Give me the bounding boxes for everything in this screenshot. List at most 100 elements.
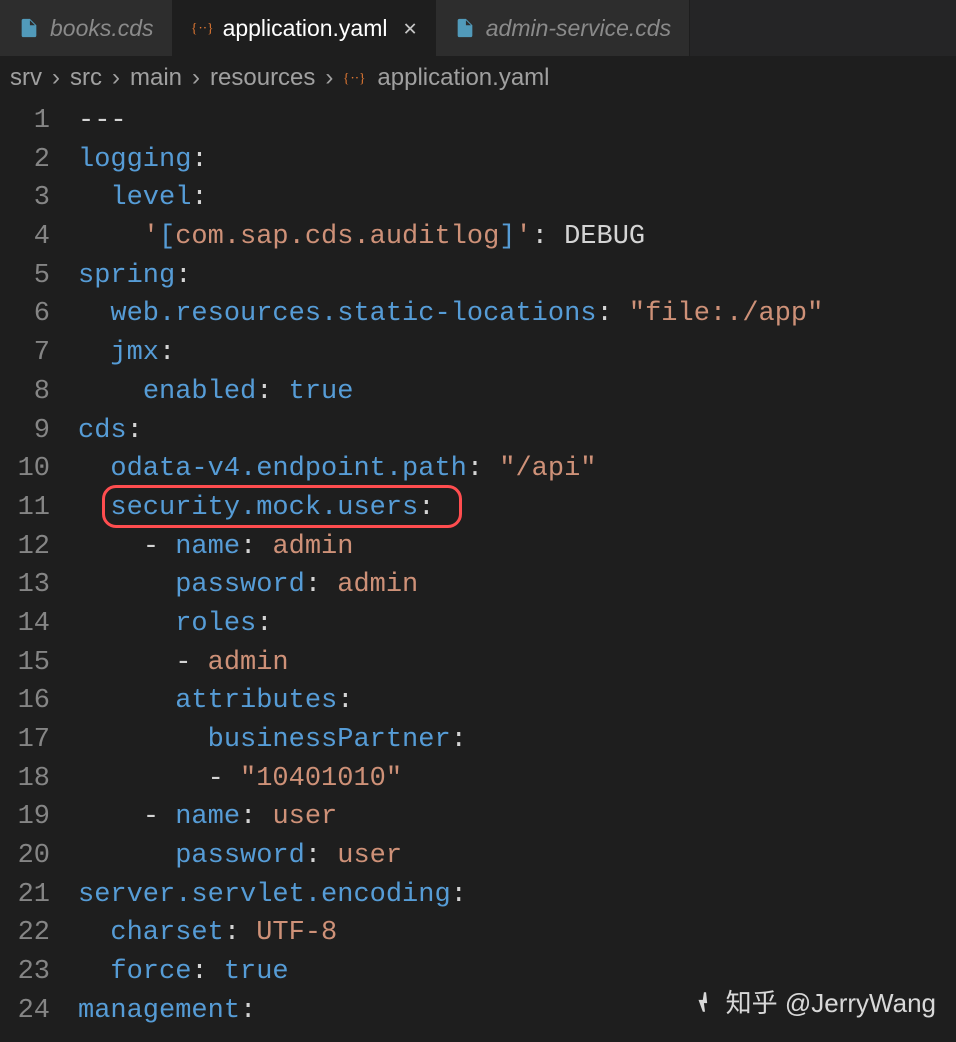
- chevron-right-icon: ›: [112, 64, 120, 92]
- breadcrumb[interactable]: srv›src›main›resources›{··}application.y…: [0, 56, 956, 102]
- code-line[interactable]: security.mock.users:: [78, 489, 956, 528]
- code-token: password: [175, 841, 305, 871]
- code-token: server.servlet.encoding: [78, 880, 451, 910]
- line-number: 13: [0, 566, 50, 605]
- code-token: :: [597, 299, 629, 329]
- code-token: -: [208, 764, 240, 794]
- breadcrumb-segment[interactable]: resources: [210, 64, 315, 92]
- code-line[interactable]: cds:: [78, 412, 956, 451]
- code-token: web.resources.static-locations: [110, 299, 596, 329]
- code-line[interactable]: businessPartner:: [78, 721, 956, 760]
- code-token: [78, 299, 110, 329]
- tab-label: application.yaml: [223, 15, 388, 42]
- code-line[interactable]: attributes:: [78, 682, 956, 721]
- code-token: user: [272, 802, 337, 832]
- editor-tabs: books.cds{··}application.yaml✕admin-serv…: [0, 0, 956, 56]
- code-line[interactable]: odata-v4.endpoint.path: "/api": [78, 450, 956, 489]
- code-token: security.mock.users: [110, 493, 418, 523]
- chevron-right-icon: ›: [52, 64, 60, 92]
- code-line[interactable]: - admin: [78, 644, 956, 683]
- code-token: [78, 183, 110, 213]
- code-token: [78, 764, 208, 794]
- code-token: :: [159, 338, 175, 368]
- code-token: [78, 648, 175, 678]
- code-line[interactable]: password: admin: [78, 566, 956, 605]
- code-token: [78, 532, 143, 562]
- tab-application-yaml[interactable]: {··}application.yaml✕: [173, 0, 436, 56]
- tab-label: books.cds: [50, 15, 154, 42]
- line-number: 4: [0, 218, 50, 257]
- code-token: UTF-8: [256, 918, 337, 948]
- code-token: "/api": [499, 454, 596, 484]
- code-token: admin: [337, 570, 418, 600]
- code-line[interactable]: charset: UTF-8: [78, 914, 956, 953]
- code-token: :: [305, 841, 337, 871]
- tab-books-cds[interactable]: books.cds: [0, 0, 173, 56]
- yaml-icon: {··}: [343, 69, 365, 87]
- code-token: :: [191, 145, 207, 175]
- code-line[interactable]: level:: [78, 179, 956, 218]
- svg-text:}: }: [360, 70, 366, 85]
- code-line[interactable]: logging:: [78, 141, 956, 180]
- code-area[interactable]: ---logging: level: '[com.sap.cds.auditlo…: [78, 102, 956, 1031]
- line-number: 20: [0, 837, 50, 876]
- tab-label: admin-service.cds: [486, 15, 671, 42]
- line-number: 16: [0, 682, 50, 721]
- breadcrumb-segment[interactable]: application.yaml: [377, 64, 549, 92]
- code-line[interactable]: server.servlet.encoding:: [78, 876, 956, 915]
- code-line[interactable]: password: user: [78, 837, 956, 876]
- code-line[interactable]: enabled: true: [78, 373, 956, 412]
- breadcrumb-segment[interactable]: srv: [10, 64, 42, 92]
- code-token: true: [289, 377, 354, 407]
- code-line[interactable]: roles:: [78, 605, 956, 644]
- code-token: :: [532, 222, 564, 252]
- breadcrumb-segment[interactable]: main: [130, 64, 182, 92]
- code-line[interactable]: - "10401010": [78, 760, 956, 799]
- line-number: 3: [0, 179, 50, 218]
- code-token: ': [143, 222, 159, 252]
- svg-text:}: }: [207, 20, 213, 35]
- chevron-right-icon: ›: [192, 64, 200, 92]
- code-token: :: [256, 377, 288, 407]
- line-number: 22: [0, 914, 50, 953]
- code-token: :: [467, 454, 499, 484]
- code-token: roles: [175, 609, 256, 639]
- code-token: [78, 570, 175, 600]
- code-token: -: [143, 532, 175, 562]
- code-token: businessPartner: [208, 725, 451, 755]
- line-number: 21: [0, 876, 50, 915]
- close-icon[interactable]: ✕: [397, 16, 416, 41]
- code-line[interactable]: '[com.sap.cds.auditlog]': DEBUG: [78, 218, 956, 257]
- breadcrumb-segment[interactable]: src: [70, 64, 102, 92]
- code-token: [78, 841, 175, 871]
- code-token: -: [175, 648, 207, 678]
- code-line[interactable]: spring:: [78, 257, 956, 296]
- line-number: 15: [0, 644, 50, 683]
- code-token: :: [175, 261, 191, 291]
- line-number: 19: [0, 798, 50, 837]
- code-token: :: [418, 493, 434, 523]
- code-line[interactable]: ---: [78, 102, 956, 141]
- code-token: management: [78, 996, 240, 1026]
- code-line[interactable]: - name: admin: [78, 528, 956, 567]
- code-line[interactable]: jmx:: [78, 334, 956, 373]
- code-token: password: [175, 570, 305, 600]
- code-token: admin: [272, 532, 353, 562]
- line-number: 2: [0, 141, 50, 180]
- code-token: jmx: [110, 338, 159, 368]
- code-line[interactable]: web.resources.static-locations: "file:./…: [78, 295, 956, 334]
- code-token: odata-v4.endpoint.path: [110, 454, 466, 484]
- code-line[interactable]: - name: user: [78, 798, 956, 837]
- code-token: [78, 222, 143, 252]
- code-token: force: [110, 957, 191, 987]
- code-token: :: [240, 532, 272, 562]
- svg-text:{: {: [191, 20, 197, 35]
- code-token: com.sap.cds.auditlog: [175, 222, 499, 252]
- watermark: 知乎 @JerryWang: [692, 983, 936, 1020]
- line-number: 8: [0, 373, 50, 412]
- code-editor[interactable]: 123456789101112131415161718192021222324 …: [0, 102, 956, 1031]
- code-token: true: [224, 957, 289, 987]
- line-number: 12: [0, 528, 50, 567]
- line-number: 9: [0, 412, 50, 451]
- tab-admin-service-cds[interactable]: admin-service.cds: [436, 0, 690, 56]
